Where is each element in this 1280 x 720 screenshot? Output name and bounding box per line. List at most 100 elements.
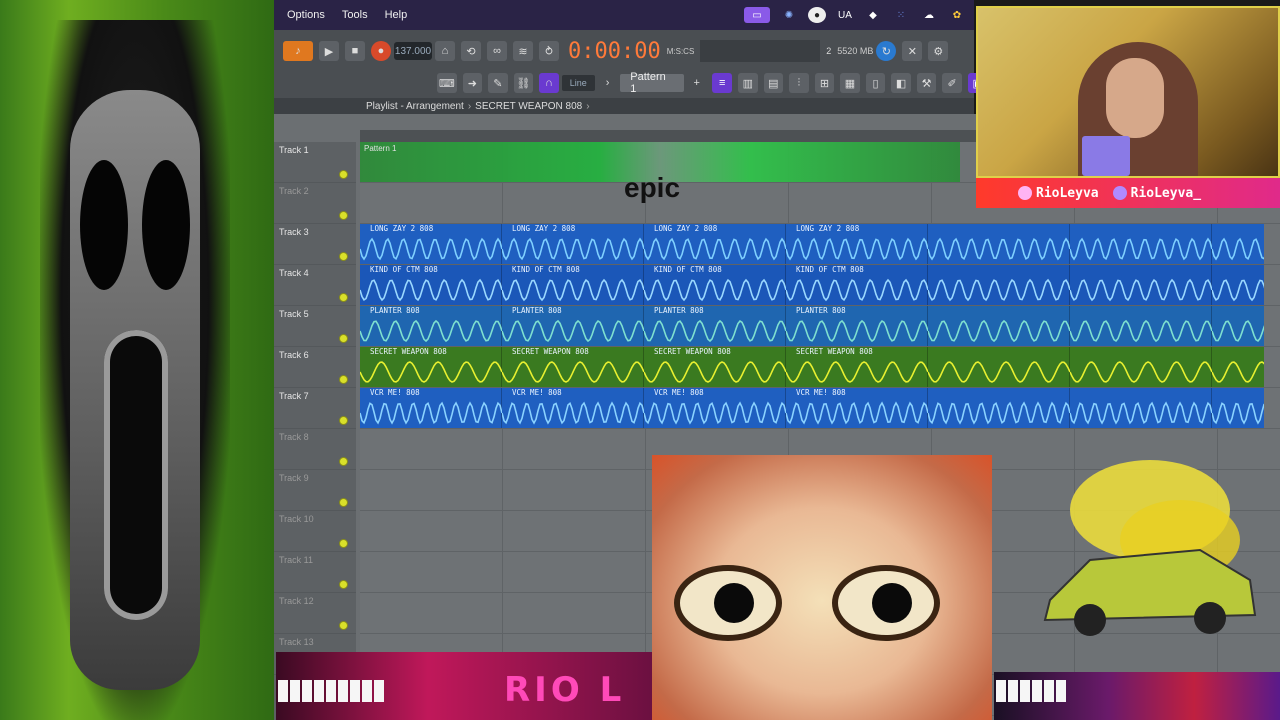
track-mute-dot[interactable] bbox=[339, 580, 348, 589]
audio-clip[interactable]: PLANTER 808 bbox=[502, 306, 644, 346]
audio-clip[interactable]: VCR ME! 808 bbox=[786, 388, 928, 428]
track-mute-dot[interactable] bbox=[339, 498, 348, 507]
cloud-icon[interactable]: ☁ bbox=[920, 7, 938, 23]
clip-icon[interactable]: ◧ bbox=[891, 73, 911, 93]
track-header[interactable]: Track 12 bbox=[274, 593, 356, 634]
track-header[interactable]: Track 6 bbox=[274, 347, 356, 388]
screen-icon[interactable]: ▭ bbox=[744, 7, 770, 23]
audio-clip[interactable] bbox=[1070, 265, 1212, 305]
audio-clip[interactable] bbox=[1212, 265, 1264, 305]
audio-clip[interactable]: LONG ZAY 2 808 bbox=[644, 224, 786, 264]
track-header[interactable]: Track 9 bbox=[274, 470, 356, 511]
track-header[interactable]: Track 11 bbox=[274, 552, 356, 593]
song-mode-icon[interactable]: ♪ bbox=[283, 41, 313, 61]
breadcrumb-pattern[interactable]: SECRET WEAPON 808 bbox=[475, 101, 582, 112]
breadcrumb-playlist[interactable]: Playlist - Arrangement bbox=[366, 101, 464, 112]
stop-icon[interactable]: ■ bbox=[345, 41, 365, 61]
browser-icon[interactable]: ▦ bbox=[840, 73, 860, 93]
play-icon[interactable]: ▶ bbox=[319, 41, 339, 61]
channel-rack-icon[interactable]: ▤ bbox=[763, 73, 784, 93]
audio-clip[interactable] bbox=[1070, 388, 1212, 428]
menu-tools[interactable]: Tools bbox=[342, 9, 368, 21]
audio-clip[interactable] bbox=[1070, 347, 1212, 387]
keyboard-icon[interactable]: ⌨ bbox=[437, 73, 457, 93]
blend-icon[interactable]: ≋ bbox=[513, 41, 533, 61]
pattern-select[interactable]: Pattern 1 bbox=[620, 71, 684, 95]
audio-clip[interactable]: SECRET WEAPON 808 bbox=[644, 347, 786, 387]
audio-clip[interactable] bbox=[928, 224, 1070, 264]
plugin-icon[interactable]: ● bbox=[808, 7, 826, 23]
track-mute-dot[interactable] bbox=[339, 416, 348, 425]
audio-clip[interactable]: KIND OF CTM 808 bbox=[360, 265, 502, 305]
magnet-icon[interactable]: ∩ bbox=[539, 73, 559, 93]
audio-clip[interactable]: PLANTER 808 bbox=[360, 306, 502, 346]
add-pattern-icon[interactable]: + bbox=[687, 73, 707, 93]
audio-clip[interactable] bbox=[928, 388, 1070, 428]
track-mute-dot[interactable] bbox=[339, 252, 348, 261]
audio-clip[interactable]: SECRET WEAPON 808 bbox=[786, 347, 928, 387]
countdown-icon[interactable]: ∞ bbox=[487, 41, 507, 61]
audio-clip[interactable] bbox=[1212, 388, 1264, 428]
audio-clip[interactable] bbox=[928, 347, 1070, 387]
playlist-icon[interactable]: ≡ bbox=[712, 73, 733, 93]
diamond-icon[interactable]: ◆ bbox=[864, 7, 882, 23]
audio-clip[interactable]: VCR ME! 808 bbox=[502, 388, 644, 428]
track-header[interactable]: Track 2 bbox=[274, 183, 356, 224]
snap-select[interactable]: Line bbox=[561, 75, 595, 91]
draw-icon[interactable]: ✎ bbox=[488, 73, 508, 93]
close-icon[interactable]: ✕ bbox=[902, 41, 923, 61]
track-mute-dot[interactable] bbox=[339, 539, 348, 548]
audio-clip[interactable]: VCR ME! 808 bbox=[644, 388, 786, 428]
loop-icon[interactable]: ⥁ bbox=[539, 41, 559, 61]
track-mute-dot[interactable] bbox=[339, 334, 348, 343]
audio-clip[interactable]: LONG ZAY 2 808 bbox=[502, 224, 644, 264]
wait-icon[interactable]: ⟲ bbox=[461, 41, 481, 61]
track-header[interactable]: Track 3 bbox=[274, 224, 356, 265]
audio-clip[interactable]: LONG ZAY 2 808 bbox=[786, 224, 928, 264]
audio-clip[interactable]: PLANTER 808 bbox=[786, 306, 928, 346]
record-icon[interactable]: ● bbox=[371, 41, 391, 61]
file-icon[interactable]: ▯ bbox=[865, 73, 886, 93]
link-icon[interactable]: ⛓ bbox=[513, 73, 534, 93]
arrow-right-icon[interactable]: ➜ bbox=[462, 73, 483, 93]
metronome-icon[interactable]: ⌂ bbox=[435, 41, 455, 61]
audio-clip[interactable] bbox=[928, 265, 1070, 305]
track-mute-dot[interactable] bbox=[339, 375, 348, 384]
audio-clip[interactable]: KIND OF CTM 808 bbox=[502, 265, 644, 305]
audio-clip[interactable] bbox=[1070, 224, 1212, 264]
track-header[interactable]: Track 8 bbox=[274, 429, 356, 470]
audio-clip[interactable]: KIND OF CTM 808 bbox=[786, 265, 928, 305]
track-header[interactable]: Track 5 bbox=[274, 306, 356, 347]
settings-icon[interactable]: ⚙ bbox=[928, 41, 949, 61]
audio-clip[interactable] bbox=[928, 306, 1070, 346]
track-mute-dot[interactable] bbox=[339, 211, 348, 220]
track-header[interactable]: Track 10 bbox=[274, 511, 356, 552]
track-mute-dot[interactable] bbox=[339, 170, 348, 179]
audio-clip[interactable]: LONG ZAY 2 808 bbox=[360, 224, 502, 264]
gear-icon[interactable]: ✺ bbox=[780, 7, 798, 23]
track-mute-dot[interactable] bbox=[339, 621, 348, 630]
chevron-right-icon[interactable]: › bbox=[598, 73, 618, 93]
track-header[interactable]: Track 1 bbox=[274, 142, 356, 183]
piano-roll-icon[interactable]: ▥ bbox=[738, 73, 758, 93]
grid-icon[interactable]: ⁙ bbox=[892, 7, 910, 23]
menu-help[interactable]: Help bbox=[385, 9, 408, 21]
tempo-display[interactable]: 137.000 bbox=[394, 42, 432, 60]
track-mute-dot[interactable] bbox=[339, 457, 348, 466]
track-header[interactable]: Track 4 bbox=[274, 265, 356, 306]
bee-icon[interactable]: ✿ bbox=[948, 7, 966, 23]
audio-clip[interactable]: PLANTER 808 bbox=[644, 306, 786, 346]
tool-icon[interactable]: ⚒ bbox=[916, 73, 937, 93]
refresh-icon[interactable]: ↻ bbox=[876, 41, 897, 61]
menu-options[interactable]: Options bbox=[287, 9, 325, 21]
ua-label[interactable]: UA bbox=[836, 7, 854, 23]
track-mute-dot[interactable] bbox=[339, 293, 348, 302]
plugin-picker-icon[interactable]: ⊞ bbox=[814, 73, 835, 93]
mixer-icon[interactable]: ⫶ bbox=[789, 73, 809, 93]
audio-clip[interactable]: VCR ME! 808 bbox=[360, 388, 502, 428]
audio-clip[interactable]: SECRET WEAPON 808 bbox=[502, 347, 644, 387]
pen-icon[interactable]: ✐ bbox=[942, 73, 962, 93]
audio-clip[interactable]: KIND OF CTM 808 bbox=[644, 265, 786, 305]
audio-clip[interactable] bbox=[1212, 224, 1264, 264]
audio-clip[interactable] bbox=[1212, 347, 1264, 387]
